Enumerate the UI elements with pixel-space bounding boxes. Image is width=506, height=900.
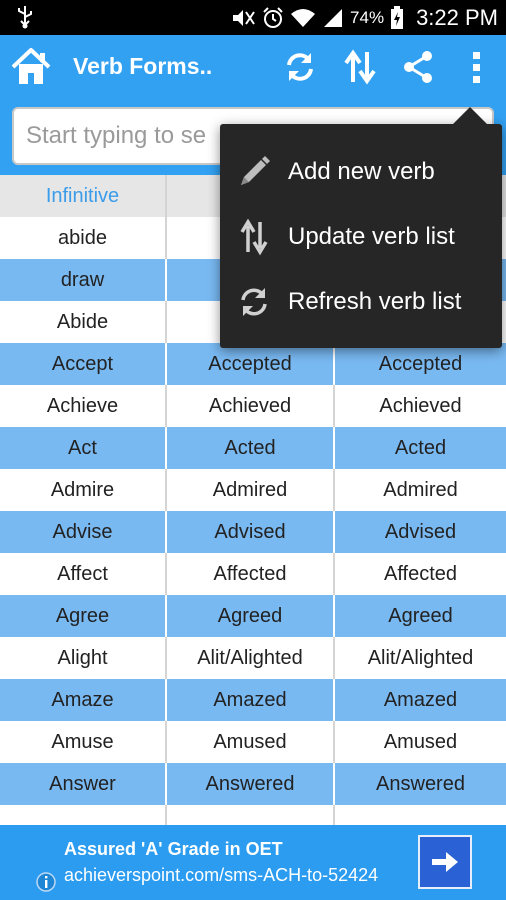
menu-item-add-new-verb[interactable]: Add new verb (220, 140, 502, 204)
ad-banner[interactable]: Assured 'A' Grade in OET achieverspoint.… (0, 825, 506, 900)
clock: 3:22 PM (416, 4, 498, 30)
signal-icon (324, 8, 343, 27)
table-row[interactable]: Alight Alit/Alighted Alit/Alighted (0, 637, 506, 679)
share-icon (404, 51, 432, 83)
infinitive-cell: abide (0, 217, 167, 259)
table-row[interactable]: Advise Advised Advised (0, 511, 506, 553)
past-participle-cell: Alit/Alighted (367, 646, 474, 669)
mute-icon (233, 9, 255, 26)
past-cell: Affected (167, 553, 335, 595)
update-arrows-icon (240, 218, 268, 256)
past-cell (167, 805, 335, 825)
table-row[interactable] (0, 805, 506, 825)
sort-button[interactable] (340, 47, 380, 87)
infinitive-cell: Admire (0, 469, 167, 511)
past-cell: Agreed (167, 595, 335, 637)
infinitive-cell: Accept (0, 343, 167, 385)
home-icon[interactable] (10, 46, 52, 88)
refresh-icon (287, 53, 313, 81)
usb-icon (18, 6, 32, 29)
refresh-button[interactable] (280, 47, 320, 87)
ad-headline: Assured 'A' Grade in OET (64, 839, 283, 859)
past-participle-cell (335, 805, 506, 825)
ad-info-icon[interactable] (35, 871, 57, 893)
past-cell: Answered (167, 763, 335, 805)
share-button[interactable] (398, 47, 438, 87)
past-participle-cell: Acted (394, 436, 447, 459)
overflow-menu-button[interactable] (456, 47, 496, 87)
overflow-menu-icon (473, 52, 480, 83)
table-row[interactable]: Affect Affected Affected (0, 553, 506, 595)
table-row[interactable]: Amuse Amused Amused (0, 721, 506, 763)
column-header-infinitive[interactable]: Infinitive (0, 175, 167, 217)
battery-charging-icon (391, 5, 404, 29)
past-participle-cell: Advised (384, 520, 457, 543)
infinitive-cell: Agree (0, 595, 167, 637)
infinitive-cell (0, 805, 167, 825)
menu-item-update-verb-list[interactable]: Update verb list (220, 205, 502, 269)
alarm-icon (263, 6, 283, 28)
past-participle-cell: Admired (383, 478, 458, 501)
arrow-right-icon (432, 852, 458, 872)
menu-item-refresh-verb-list[interactable]: Refresh verb list (220, 270, 502, 334)
app-toolbar: Verb Forms.. (0, 35, 506, 101)
infinitive-cell: Amaze (0, 679, 167, 721)
table-row[interactable]: Act Acted Acted (0, 427, 506, 469)
infinitive-cell: Achieve (0, 385, 167, 427)
status-bar: 74% 3:22 PM (0, 0, 506, 35)
past-participle-cell: Accepted (378, 352, 463, 375)
infinitive-cell: Advise (0, 511, 167, 553)
ad-url: achieverspoint.com/sms-ACH-to-52424 (64, 865, 379, 885)
infinitive-cell: Affect (0, 553, 167, 595)
menu-item-label: Update verb list (288, 223, 455, 250)
past-participle-cell: Amazed (383, 688, 458, 711)
past-cell: Admired (167, 469, 335, 511)
menu-item-label: Add new verb (288, 158, 435, 185)
past-participle-cell: Achieved (379, 394, 462, 417)
past-participle-cell: Answered (376, 772, 465, 795)
menu-item-label: Refresh verb list (288, 288, 462, 315)
overflow-menu: Add new verb Update verb list Refresh ve… (220, 107, 502, 348)
past-cell: Amused (167, 721, 335, 763)
past-participle-cell: Affected (383, 562, 458, 585)
infinitive-cell: Amuse (0, 721, 167, 763)
past-cell: Acted (167, 427, 335, 469)
past-participle-cell: Agreed (388, 604, 453, 627)
table-row[interactable]: Agree Agreed Agreed (0, 595, 506, 637)
past-participle-cell: Amused (383, 730, 458, 753)
infinitive-cell: Alight (0, 637, 167, 679)
past-cell: Achieved (167, 385, 335, 427)
table-row[interactable]: Admire Admired Admired (0, 469, 506, 511)
battery-percentage: 74% (350, 7, 385, 27)
infinitive-cell: Abide (0, 301, 167, 343)
past-cell: Amazed (167, 679, 335, 721)
ad-content[interactable]: Assured 'A' Grade in OET achieverspoint.… (28, 831, 478, 895)
table-row[interactable]: Accept Accepted Accepted (0, 343, 506, 385)
table-row[interactable]: Answer Answered Answered (0, 763, 506, 805)
past-cell: Advised (167, 511, 335, 553)
past-cell: Alit/Alighted (167, 637, 335, 679)
infinitive-cell: draw (0, 259, 167, 301)
table-row[interactable]: Achieve Achieved Achieved (0, 385, 506, 427)
app-title: Verb Forms.. (73, 53, 213, 79)
wifi-icon (291, 8, 316, 27)
sort-icon (344, 49, 376, 85)
infinitive-cell: Act (0, 427, 167, 469)
ad-go-button[interactable] (418, 835, 472, 889)
refresh-icon (241, 288, 267, 316)
pencil-icon (241, 156, 270, 185)
table-row[interactable]: Amaze Amazed Amazed (0, 679, 506, 721)
infinitive-cell: Answer (0, 763, 167, 805)
past-cell: Accepted (167, 343, 335, 385)
